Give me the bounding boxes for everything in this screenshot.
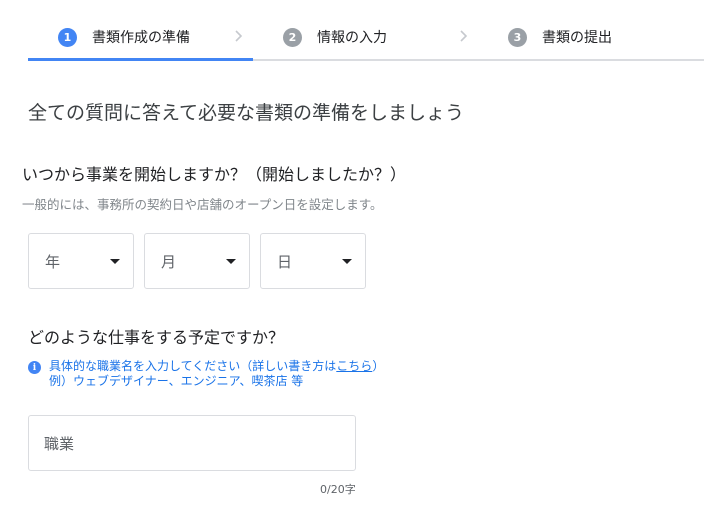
step-1-number: 1 xyxy=(58,27,77,47)
job-question-title: どのような仕事をする予定ですか？ xyxy=(28,328,285,347)
occupation-input-placeholder: 職業 xyxy=(44,435,75,453)
job-info-line-1-close: ） xyxy=(372,359,385,373)
job-info-line-1: 具体的な職業名を入力してください（詳しい書き方はこちら） xyxy=(49,359,384,374)
caret-down-icon xyxy=(226,259,236,264)
details-link[interactable]: こちら xyxy=(336,359,372,373)
step-2-number: 2 xyxy=(283,27,302,47)
step-3[interactable]: 3 書類の提出 xyxy=(508,26,612,48)
start-date-question-help: 一般的には、事務所の契約日や店舗のオープン日を設定します。 xyxy=(22,197,383,212)
month-select-value: 月 xyxy=(161,253,177,271)
step-2[interactable]: 2 情報の入力 xyxy=(283,26,387,48)
year-select-value: 年 xyxy=(45,253,61,271)
chevron-right-icon xyxy=(235,30,243,42)
chevron-right-icon xyxy=(460,30,468,42)
day-select[interactable]: 日 xyxy=(260,233,366,289)
caret-down-icon xyxy=(342,259,352,264)
info-icon: i xyxy=(28,361,41,374)
step-2-label: 情報の入力 xyxy=(317,30,387,46)
day-select-value: 日 xyxy=(277,253,293,271)
stepper-active-indicator xyxy=(28,58,253,61)
step-1-label: 書類作成の準備 xyxy=(92,30,190,46)
page: 1 書類作成の準備 2 情報の入力 3 書類の提出 全ての質問に答えて必要な書類… xyxy=(0,0,722,509)
occupation-char-count: 0/20字 xyxy=(320,483,356,496)
job-info-line-1-text: 具体的な職業名を入力してください（詳しい書き方は xyxy=(49,359,337,373)
step-3-number: 3 xyxy=(508,27,527,47)
step-3-label: 書類の提出 xyxy=(542,30,612,46)
page-title: 全ての質問に答えて必要な書類の準備をしましょう xyxy=(28,102,465,124)
job-info-note: i 具体的な職業名を入力してください（詳しい書き方はこちら） 例）ウェブデザイナ… xyxy=(28,359,384,389)
job-info-text: 具体的な職業名を入力してください（詳しい書き方はこちら） 例）ウェブデザイナー、… xyxy=(49,359,384,389)
job-info-line-2: 例）ウェブデザイナー、エンジニア、喫茶店 等 xyxy=(49,374,304,388)
stepper: 1 書類作成の準備 2 情報の入力 3 書類の提出 xyxy=(28,0,704,61)
caret-down-icon xyxy=(110,259,120,264)
start-date-question-title: いつから事業を開始しますか？（開始しましたか？） xyxy=(22,165,407,184)
year-select[interactable]: 年 xyxy=(28,233,134,289)
occupation-input[interactable]: 職業 xyxy=(28,415,356,471)
step-1[interactable]: 1 書類作成の準備 xyxy=(58,26,190,48)
month-select[interactable]: 月 xyxy=(144,233,250,289)
